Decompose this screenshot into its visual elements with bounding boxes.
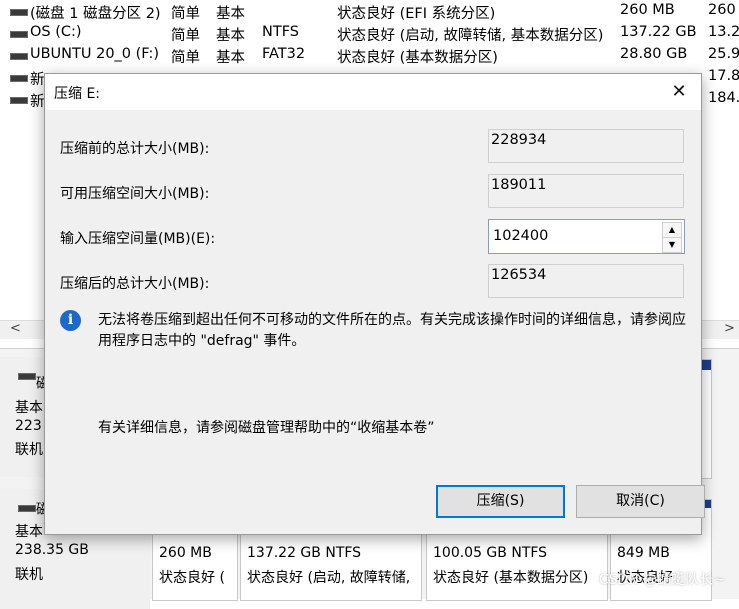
dialog-titlebar[interactable]: 压缩 E: ✕	[45, 74, 701, 110]
shrink-amount-label: 输入压缩空间量(MB)(E):	[60, 231, 216, 247]
info-icon: i	[60, 310, 81, 331]
shrink-button[interactable]: 压缩(S)	[436, 485, 565, 518]
drive-icon	[10, 9, 28, 16]
drive-icon	[10, 97, 28, 104]
volume-row[interactable]: (磁盘 1 磁盘分区 2) 简单 基本 状态良好 (EFI 系统分区) 260 …	[0, 0, 739, 22]
scroll-right-arrow[interactable]: >	[724, 321, 735, 336]
available-shrink-label: 可用压缩空间大小(MB):	[60, 186, 210, 202]
spin-down-button[interactable]: ▼	[662, 237, 682, 253]
drive-icon	[10, 75, 28, 82]
available-shrink-field: 189011	[488, 174, 684, 208]
total-after-field: 126534	[488, 264, 684, 298]
volume-row[interactable]: OS (C:) 简单 基本 NTFS 状态良好 (启动, 故障转储, 基本数据分…	[0, 22, 739, 44]
cancel-button[interactable]: 取消(C)	[576, 485, 705, 518]
disk-icon	[18, 505, 36, 512]
total-before-label: 压缩前的总计大小(MB):	[60, 141, 210, 157]
info-message: 无法将卷压缩到超出任何不可移动的文件所在的点。有关完成该操作时间的详细信息，请参…	[98, 312, 686, 349]
help-text: 有关详细信息，请参阅磁盘管理帮助中的“收缩基本卷”	[98, 420, 435, 436]
drive-icon	[10, 53, 28, 60]
total-after-label: 压缩后的总计大小(MB):	[60, 276, 210, 292]
shrink-amount-input[interactable]	[493, 224, 658, 248]
scroll-left-arrow[interactable]: <	[10, 321, 21, 336]
dialog-title: 压缩 E:	[54, 86, 101, 102]
spin-up-button[interactable]: ▲	[662, 222, 682, 238]
disk-icon	[18, 373, 36, 380]
close-button[interactable]: ✕	[657, 74, 701, 110]
drive-icon	[10, 31, 28, 38]
volume-row[interactable]: UBUNTU 20_0 (F:) 简单 基本 FAT32 状态良好 (基本数据分…	[0, 44, 739, 66]
total-before-field: 228934	[488, 129, 684, 163]
shrink-dialog: 压缩 E: ✕ 压缩前的总计大小(MB): 228934 可用压缩空间大小(MB…	[44, 73, 705, 535]
watermark: CSDN @蜻蜓队长~	[598, 572, 725, 588]
shrink-amount-spinbox[interactable]: ▲ ▼	[488, 219, 685, 254]
